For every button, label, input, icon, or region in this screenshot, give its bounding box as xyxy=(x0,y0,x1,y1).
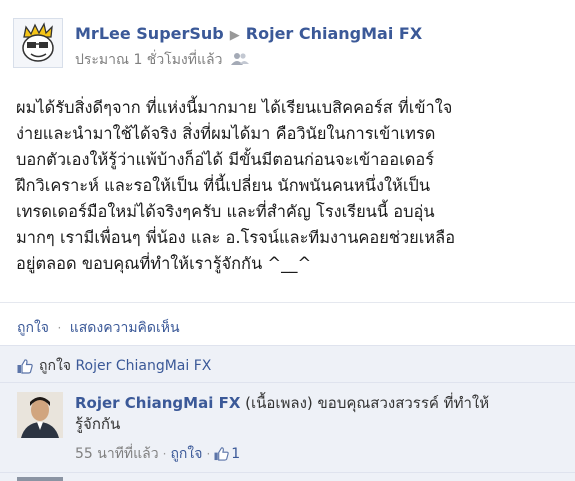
arrow-right-icon: ▶ xyxy=(229,28,240,43)
comment-meta: 55 นาทีที่แล้ว · ถูกใจ · 1 xyxy=(75,443,240,465)
people-icon[interactable] xyxy=(230,52,249,70)
separator-dot: · xyxy=(206,447,211,461)
comment-link[interactable]: แสดงความคิดเห็น xyxy=(70,320,180,336)
comment-author-link[interactable]: Rojer ChiangMai FX xyxy=(75,394,240,412)
separator-dot: · xyxy=(162,447,167,461)
liker-name-link[interactable]: Rojer ChiangMai FX xyxy=(75,358,211,374)
post-body: ผมได้รับสิ่งดีๆจาก ที่แห่งนี้มากมาย ได้เ… xyxy=(16,98,456,273)
author-link[interactable]: MrLee SuperSub xyxy=(75,24,224,43)
separator-dot: · xyxy=(57,321,62,335)
post-timestamp[interactable]: ประมาณ 1 ชั่วโมงที่แล้ว xyxy=(75,52,222,68)
likes-summary: ถูกใจ Rojer ChiangMai FX xyxy=(0,345,575,382)
comment-text: Rojer ChiangMai FX (เนื้อเพลง) ขอบคุณสวง… xyxy=(75,393,505,435)
post-meta: ประมาณ 1 ชั่วโมงที่แล้ว xyxy=(75,49,249,71)
next-commenter-avatar xyxy=(17,477,63,481)
comment-like-link[interactable]: ถูกใจ xyxy=(170,443,202,465)
likes-prefix: ถูกใจ xyxy=(39,358,71,374)
like-link[interactable]: ถูกใจ xyxy=(17,320,49,336)
comment-time[interactable]: 55 นาทีที่แล้ว xyxy=(75,443,159,465)
thumbs-up-icon xyxy=(214,447,229,461)
target-page-link[interactable]: Rojer ChiangMai FX xyxy=(246,24,422,43)
cartoon-avatar-icon[interactable] xyxy=(13,18,63,68)
thumbs-up-icon xyxy=(17,358,33,374)
commenter-avatar[interactable] xyxy=(17,392,63,438)
post-header: MrLee SuperSub ▶ Rojer ChiangMai FX ประมาณ… xyxy=(13,12,568,72)
like-count-value: 1 xyxy=(231,446,241,462)
comment-like-count[interactable]: 1 xyxy=(214,446,240,462)
post-actions: ถูกใจ · แสดงความคิดเห็น xyxy=(0,302,575,345)
post-authors: MrLee SuperSub ▶ Rojer ChiangMai FX xyxy=(75,24,422,43)
comment-item: Rojer ChiangMai FX (เนื้อเพลง) ขอบคุณสวง… xyxy=(0,382,575,473)
